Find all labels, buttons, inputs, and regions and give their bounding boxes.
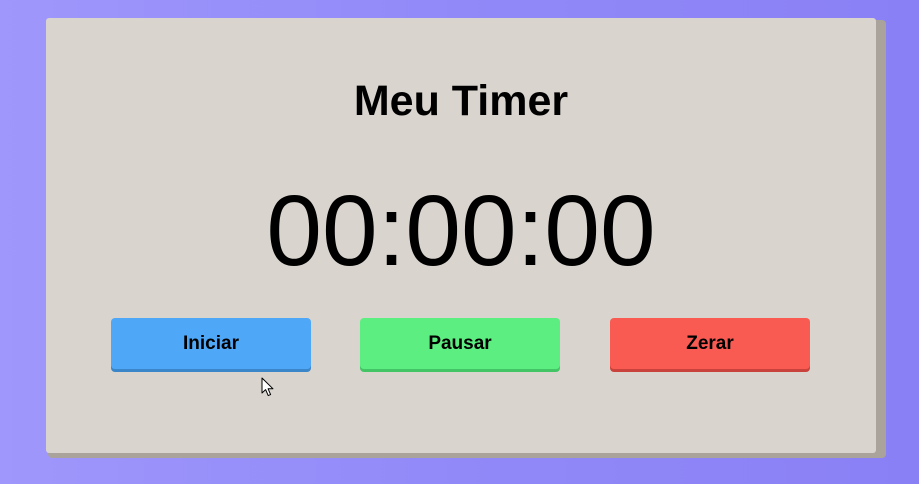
start-button[interactable]: Iniciar <box>111 318 311 369</box>
timer-card: Meu Timer 00:00:00 Iniciar Pausar Zerar <box>46 18 876 453</box>
reset-button[interactable]: Zerar <box>610 318 810 369</box>
mouse-pointer-icon <box>261 377 274 397</box>
page-title: Meu Timer <box>353 77 569 125</box>
timer-display: 00:00:00 <box>266 175 656 287</box>
pause-button[interactable]: Pausar <box>360 318 560 369</box>
